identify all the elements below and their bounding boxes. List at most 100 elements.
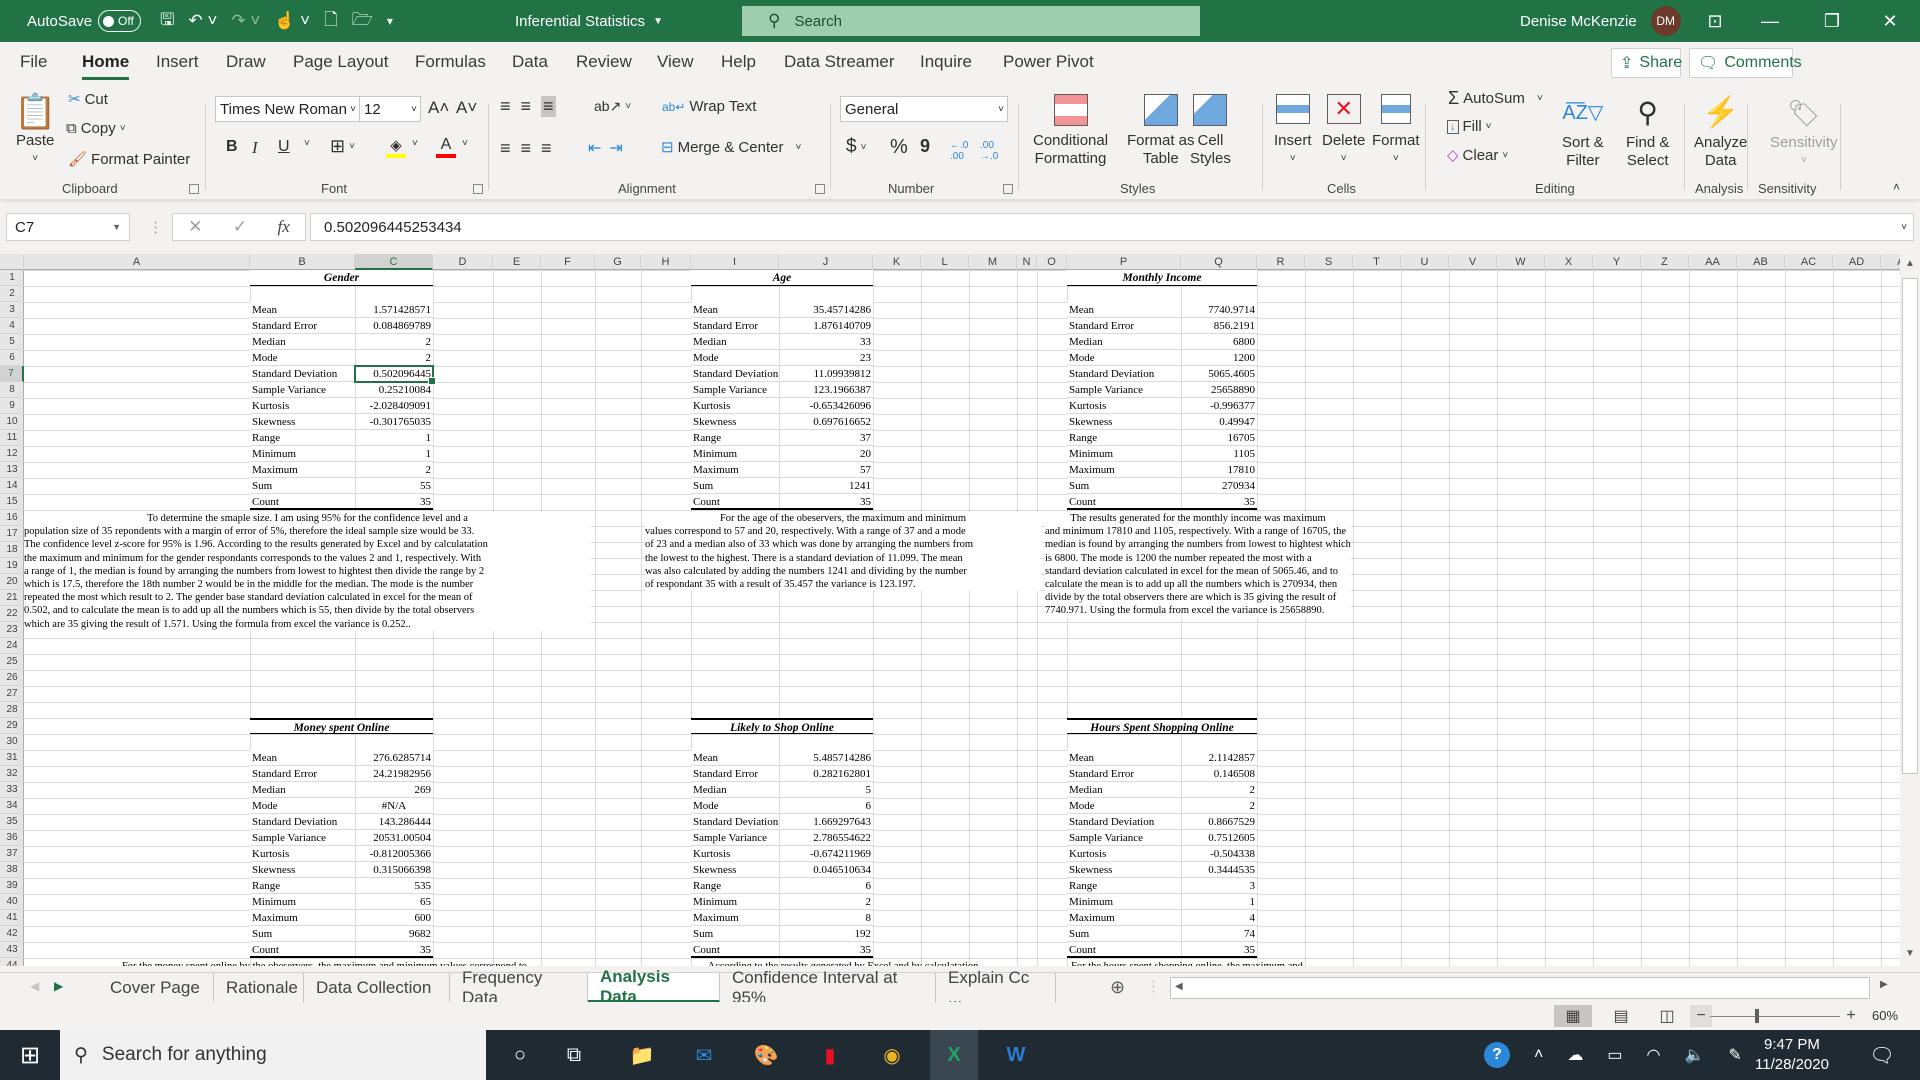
column-header-r[interactable]: R [1257,254,1305,270]
scroll-right-icon[interactable]: ▶ [1880,979,1888,990]
percent-button[interactable]: % [890,136,908,159]
volume-icon[interactable]: 🔈 [1684,1045,1704,1065]
sort-filter-button[interactable]: A͞Z▽ Sort & Filter [1562,92,1604,170]
pen-icon[interactable]: ✎ [1728,1045,1741,1065]
format-as-table-button[interactable]: Format as Table [1127,94,1195,168]
stats-row[interactable]: Range 1 [250,430,433,446]
autosum-button[interactable]: Σ AutoSum ˅ [1448,88,1543,109]
row-header-23[interactable]: 23 [0,622,24,638]
onedrive-icon[interactable]: ☁ [1567,1045,1583,1065]
stats-row[interactable]: Sample Variance 123.1966387 [691,382,873,398]
dialog-launcher-icon[interactable] [1003,184,1013,194]
mail-icon[interactable]: ✉ [680,1030,728,1080]
customize-qat-icon[interactable]: ▾ [387,14,393,28]
taskbar-search[interactable]: ⚲ Search for anything [60,1030,486,1080]
document-title[interactable]: Inferential Statistics ▼ [515,0,663,42]
stats-table-title[interactable]: Age [691,270,873,286]
stats-table-title[interactable]: Money spent Online [250,718,433,734]
user-account[interactable]: Denise McKenzie DM [1520,0,1681,42]
cell-styles-button[interactable]: Cell Styles [1190,94,1231,168]
stats-row[interactable]: Sum 9682 [250,926,433,942]
stats-row[interactable]: Maximum 600 [250,910,433,926]
stats-row[interactable]: Maximum 8 [691,910,873,926]
chrome-icon[interactable]: ◉ [868,1030,916,1080]
new-file-icon[interactable]: 🗋 [324,7,338,36]
row-header-38[interactable]: 38 [0,862,24,878]
worksheet-grid[interactable]: ABCDEFGHIJKLMNOPQRSTUVWXYZAAABACADAEA 12… [0,254,1900,966]
row-header-36[interactable]: 36 [0,830,24,846]
tab-home[interactable]: Home [82,52,130,80]
cancel-icon[interactable]: ✕ [188,217,202,237]
column-header-x[interactable]: X [1545,254,1593,270]
dialog-launcher-icon[interactable] [189,184,199,194]
paste-button[interactable]: 📋 Paste ˅ [14,92,56,168]
normal-view-icon[interactable]: ▦ [1554,1005,1592,1027]
column-header-f[interactable]: F [541,254,595,270]
conditional-formatting-button[interactable]: Conditional Formatting [1033,94,1108,168]
stats-table-title[interactable]: Likely to Shop Online [691,718,873,734]
windows-start-icon[interactable]: ⊞ [6,1030,54,1080]
paint-icon[interactable]: 🎨 [742,1030,790,1080]
close-button[interactable]: ✕ [1870,0,1910,42]
stats-row[interactable]: Skewness 0.697616652 [691,414,873,430]
stats-row[interactable]: Minimum 1 [250,446,433,462]
increase-indent-icon[interactable]: ⇥ [609,138,622,158]
analysis-paragraph-income[interactable]: The results generated for the monthly in… [1045,512,1351,618]
italic-button[interactable]: I [252,138,258,158]
stats-row[interactable]: Range 3 [1067,878,1257,894]
column-header-ad[interactable]: AD [1833,254,1881,270]
insert-function-icon[interactable]: fx [278,217,290,237]
tab-data[interactable]: Data [512,52,548,72]
stats-row[interactable]: Minimum 65 [250,894,433,910]
tab-draw[interactable]: Draw [226,52,266,72]
tab-split-grip-icon[interactable]: ⋮ [1146,977,1161,995]
office-icon[interactable]: ▮ [806,1030,854,1080]
row-header-15[interactable]: 15 [0,494,24,510]
row-header-16[interactable]: 16 [0,510,24,526]
stats-row[interactable]: Standard Deviation 11.09939812 [691,366,873,382]
increase-font-button[interactable]: A˄ [428,98,449,118]
row-header-43[interactable]: 43 [0,942,24,958]
stats-row[interactable]: Standard Error 0.084869789 [250,318,433,334]
excel-icon[interactable]: X [930,1030,978,1080]
underline-button[interactable]: U [278,138,290,156]
zoom-slider-track[interactable] [1710,1016,1840,1017]
row-header-13[interactable]: 13 [0,462,24,478]
font-color-button[interactable]: A [436,136,456,158]
file-explorer-icon[interactable]: 📁 [618,1030,666,1080]
row-header-12[interactable]: 12 [0,446,24,462]
column-header-w[interactable]: W [1497,254,1545,270]
find-select-button[interactable]: ⚲ Find & Select [1626,92,1669,170]
stats-row[interactable]: Sample Variance 0.25210084 [250,382,433,398]
task-view-icon[interactable]: ⧉ [550,1030,598,1080]
row-header-6[interactable]: 6 [0,350,24,366]
stats-row[interactable]: Count 35 [250,494,433,510]
formula-bar-grip-icon[interactable]: ⋮ [148,218,163,236]
stats-row[interactable]: Mean 5.485714286 [691,750,873,766]
decrease-font-button[interactable]: A˅ [456,98,477,118]
page-break-view-icon[interactable]: ◫ [1648,1005,1686,1027]
stats-row[interactable]: Count 35 [691,494,873,510]
align-bottom-icon[interactable]: ≡ [541,96,556,117]
tab-inquire[interactable]: Inquire [920,52,972,72]
stats-row[interactable]: Maximum 4 [1067,910,1257,926]
row-header-14[interactable]: 14 [0,478,24,494]
zoom-slider-thumb[interactable] [1755,1009,1759,1023]
row-header-10[interactable]: 10 [0,414,24,430]
stats-row[interactable]: Mode 23 [691,350,873,366]
increase-decimal-icon[interactable]: ←.0.00 [950,140,968,162]
merge-center-button[interactable]: ⊟ Merge & Center ˅ [661,138,801,157]
analysis-paragraph-age[interactable]: For the age of the obeservers, the maxim… [645,512,1041,592]
number-format-select[interactable]: General ˅ [840,96,1008,122]
column-header-l[interactable]: L [921,254,969,270]
share-button[interactable]: ⇪ Share [1611,48,1682,78]
row-header-7[interactable]: 7 [0,366,24,382]
column-header-i[interactable]: I [691,254,779,270]
align-middle-icon[interactable]: ≡ [521,96,532,117]
row-header-1[interactable]: 1 [0,270,24,286]
row-header-21[interactable]: 21 [0,590,24,606]
row-header-31[interactable]: 31 [0,750,24,766]
restore-button[interactable]: ❐ [1812,0,1852,42]
row-header-5[interactable]: 5 [0,334,24,350]
wifi-icon[interactable]: ◠ [1646,1045,1660,1065]
